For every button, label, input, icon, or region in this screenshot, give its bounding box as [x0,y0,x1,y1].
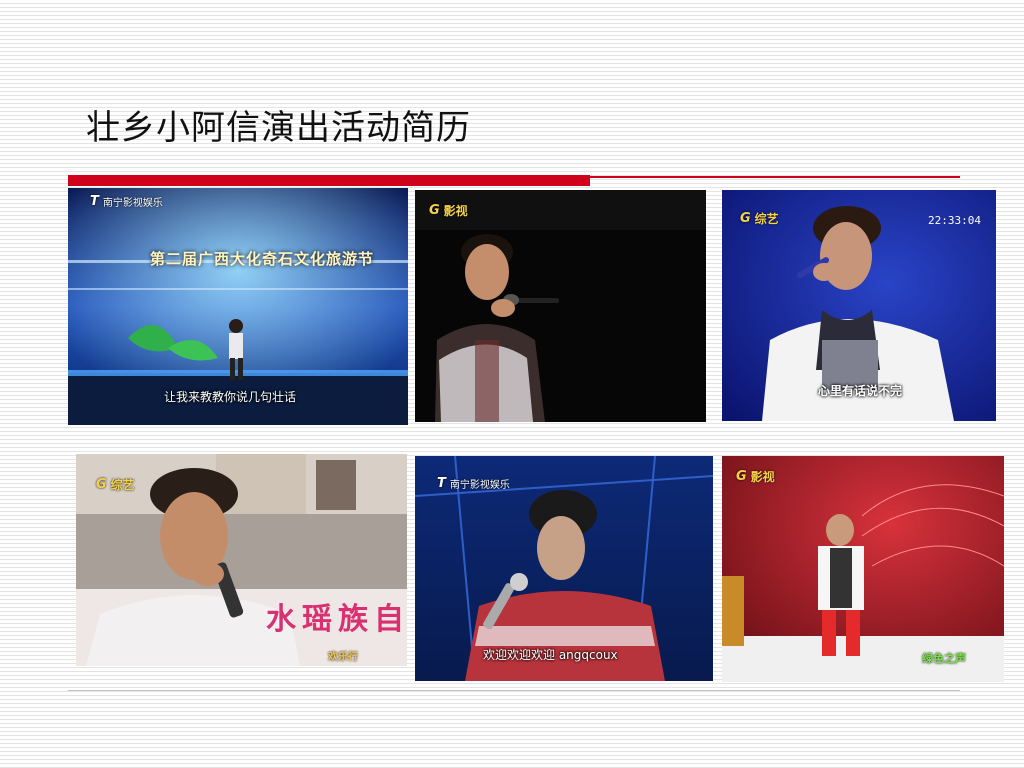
channel-logo: G 综艺 [740,211,779,226]
title-underline-thick [68,175,590,186]
background-sign: 水瑶族自 [266,602,407,637]
channel-logo: G 影视 [429,203,468,218]
corner-program-mark: 绿色之声 [922,652,966,665]
photo-singer-blue-studio: G 综艺 22:33:04 心里有话说不完 [722,190,996,421]
photo-singer-beanie: T 南宁影视娱乐 欢迎欢迎欢迎 angqcoux [415,456,713,681]
photo-singer-dark-stage: G 影视 [415,190,706,422]
bottom-divider [68,690,960,691]
channel-logo: T 南宁影视娱乐 [90,194,163,209]
corner-program-mark: 欢乐行 [328,652,358,663]
title-underline-thin [590,176,960,178]
subtitle-caption: 心里有话说不完 [818,384,903,398]
photo-festival-stage: T 南宁影视娱乐 第二届广西大化奇石文化旅游节 让我来教教你说几句壮话 [68,188,408,425]
slide-title: 壮乡小阿信演出活动简历 [86,108,471,148]
festival-banner: 第二届广西大化奇石文化旅游节 [150,250,375,268]
photo-singer-outdoor: G 综艺 水瑶族自 欢乐行 [76,454,407,666]
subtitle-caption: 欢迎欢迎欢迎 angqcoux [483,648,618,662]
channel-logo: T 南宁影视娱乐 [437,476,510,491]
broadcast-clock: 22:33:04 [928,214,981,227]
channel-logo: G 综艺 [96,477,135,492]
subtitle-caption: 让我来教教你说几句壮话 [164,390,297,404]
photo-singer-red-stage: G 影视 绿色之声 [722,456,1004,682]
channel-logo: G 影视 [736,469,775,484]
